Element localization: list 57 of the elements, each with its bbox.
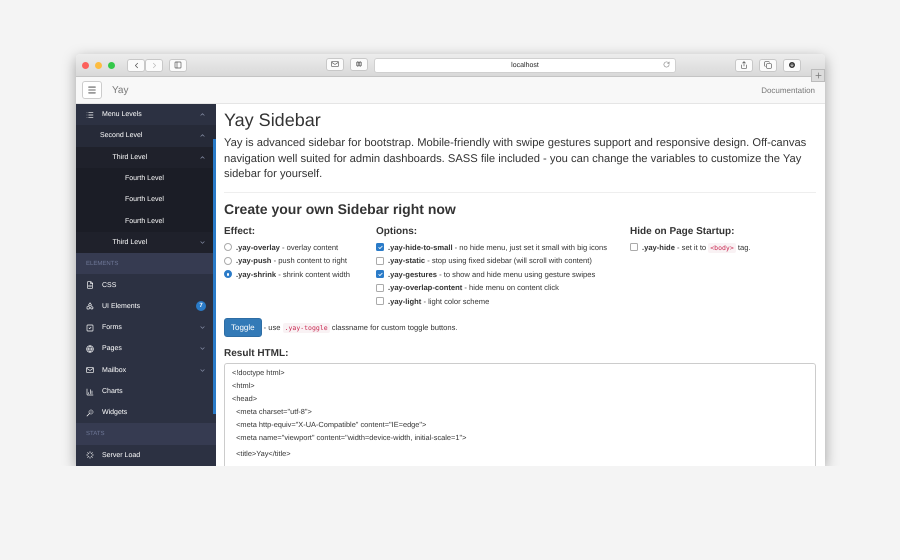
column-title: Options: [376, 226, 418, 236]
brand-text[interactable]: Yay [112, 84, 752, 96]
chevron-up-icon [199, 132, 206, 140]
share-button[interactable] [735, 58, 753, 72]
globe-icon [86, 344, 94, 353]
envelope-icon [86, 366, 94, 374]
chevron-down-icon [199, 345, 206, 352]
tabs-button[interactable] [759, 58, 777, 72]
checkbox[interactable] [376, 284, 384, 292]
radio-button[interactable] [224, 243, 232, 252]
intro-text: Yay is advanced sidebar for bootstrap. Mobile-friendly with swipe gestures support and responsive design. Off-canvas navigation well suited for admin dashboards. SASS file included - you can change the variables to customize the Yay sidebar for yourself. [224, 136, 808, 182]
sidebar-icon [174, 61, 182, 69]
column-title: Hide on Page Startup: [630, 226, 736, 236]
checkbox[interactable] [376, 297, 384, 306]
code-file-icon [86, 281, 94, 290]
zoom-dot[interactable] [108, 62, 115, 68]
chevron-up-icon [199, 111, 206, 118]
chevron-up-icon [199, 154, 206, 161]
toggle-button[interactable]: Toggle [224, 318, 262, 337]
list-icon [86, 110, 94, 119]
minimize-dot[interactable] [95, 62, 102, 68]
checkbox[interactable] [376, 256, 384, 265]
checkbox[interactable] [630, 243, 638, 252]
new-tab-button[interactable] [811, 69, 825, 82]
chevron-down-icon [199, 366, 206, 374]
checkbox[interactable] [376, 243, 384, 252]
wand-icon [86, 408, 94, 417]
globe-icon [355, 60, 363, 68]
spinner-icon [86, 451, 94, 460]
globe-button[interactable] [350, 58, 368, 70]
checkbox[interactable] [376, 270, 384, 278]
tabs-icon [764, 61, 772, 69]
reload-icon[interactable] [663, 60, 670, 68]
radio-button[interactable] [224, 256, 232, 265]
result-title: Result HTML: [224, 348, 290, 359]
section-heading: Create your own Sidebar right now [224, 200, 457, 216]
scrollbar[interactable] [213, 139, 216, 414]
chevron-down-icon [199, 324, 206, 332]
bar-chart-icon [86, 388, 94, 396]
documentation-link[interactable]: Documentation [761, 86, 815, 94]
envelope-icon [331, 60, 339, 68]
download-button[interactable] [783, 58, 801, 72]
page-title: Yay Sidebar [224, 110, 322, 131]
checkbox-icon [86, 324, 94, 332]
back-button[interactable] [127, 58, 145, 72]
radio-button[interactable] [224, 270, 232, 278]
menu-button[interactable] [82, 81, 102, 99]
share-icon [740, 61, 748, 69]
plus-icon [814, 71, 822, 80]
menu-icon [87, 85, 97, 95]
mail-button[interactable] [326, 58, 344, 70]
column-title: Effect: [224, 226, 256, 236]
download-icon [788, 61, 796, 69]
close-dot[interactable] [82, 62, 89, 68]
sidebar-toggle-button[interactable] [169, 58, 187, 72]
shapes-icon [86, 302, 94, 310]
chevron-down-icon [199, 238, 206, 246]
